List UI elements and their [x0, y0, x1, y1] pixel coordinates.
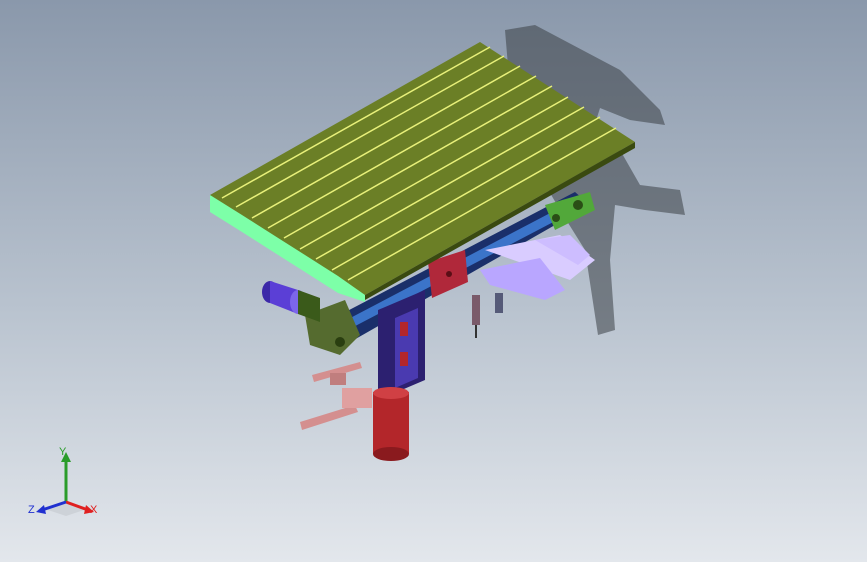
gripper-assembly[interactable] — [472, 235, 595, 338]
3d-viewport[interactable]: Y X Z — [0, 0, 867, 562]
x-axis-label: X — [90, 504, 98, 516]
z-axis-label: Z — [28, 504, 35, 516]
y-axis-label: Y — [59, 446, 67, 458]
assembly-model[interactable] — [0, 0, 867, 562]
support-post[interactable] — [373, 387, 409, 461]
coordinate-triad: Y X Z — [22, 446, 112, 526]
drive-motor[interactable] — [262, 281, 320, 322]
sensor-pins[interactable] — [300, 362, 372, 430]
